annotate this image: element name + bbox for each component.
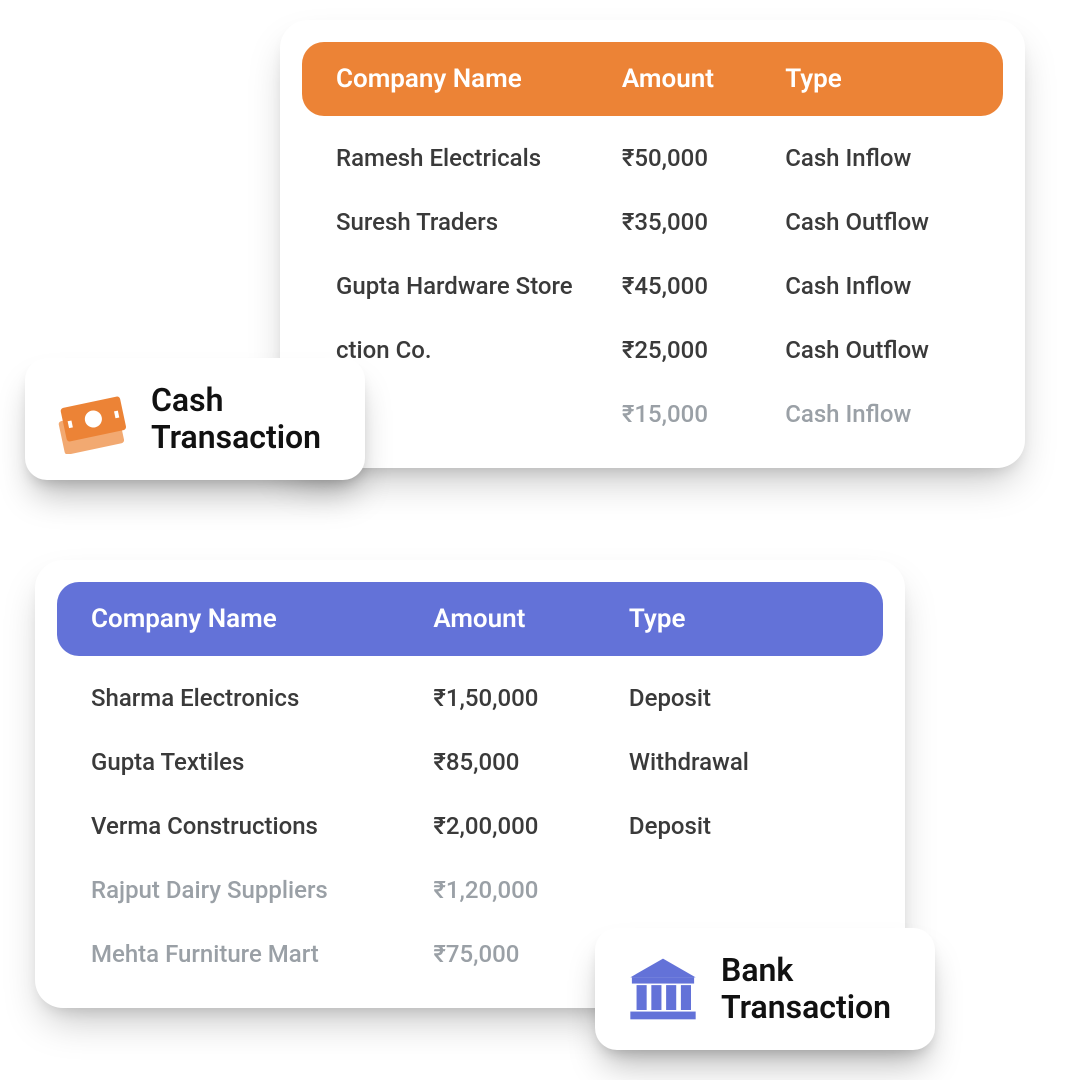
table-row: ction Co.₹25,000Cash Outflow [322, 318, 983, 382]
bank-label-text: Bank Transaction [721, 952, 891, 1026]
bank-label-line2: Transaction [721, 988, 891, 1026]
cash-transaction-label: Cash Transaction [25, 358, 365, 480]
cell-amount: ₹35,000 [622, 208, 785, 236]
cell-company: Suresh Traders [336, 208, 622, 236]
cell-amount: ₹50,000 [622, 144, 785, 172]
cell-company: Gupta Textiles [91, 748, 433, 776]
bank-table-header: Company Name Amount Type [57, 582, 883, 656]
cash-table-header: Company Name Amount Type [302, 42, 1003, 116]
cell-company: s [336, 400, 622, 428]
table-row: Suresh Traders₹35,000Cash Outflow [322, 190, 983, 254]
cell-type: Deposit [629, 684, 849, 712]
cell-company: Sharma Electronics [91, 684, 433, 712]
bank-transaction-label: Bank Transaction [595, 928, 935, 1050]
col-header-type: Type [785, 64, 969, 94]
cell-company: Rajput Dairy Suppliers [91, 876, 433, 904]
cell-amount: ₹25,000 [622, 336, 785, 364]
cell-amount: ₹2,00,000 [433, 812, 629, 840]
table-row: Sharma Electronics₹1,50,000Deposit [77, 666, 863, 730]
cash-transaction-card: Company Name Amount Type Ramesh Electric… [280, 20, 1025, 468]
bank-icon [623, 954, 703, 1024]
cell-company: ction Co. [336, 336, 622, 364]
cell-company: Mehta Furniture Mart [91, 940, 433, 968]
cash-label-text: Cash Transaction [151, 382, 321, 456]
cell-amount: ₹85,000 [433, 748, 629, 776]
cell-company: Ramesh Electricals [336, 144, 622, 172]
table-row: Gupta Hardware Store₹45,000Cash Inflow [322, 254, 983, 318]
cell-company: Verma Constructions [91, 812, 433, 840]
table-row: Verma Constructions₹2,00,000Deposit [77, 794, 863, 858]
col-header-company: Company Name [336, 64, 622, 94]
table-row: s₹15,000Cash Inflow [322, 382, 983, 446]
cash-label-line2: Transaction [151, 418, 321, 456]
cell-amount: ₹1,50,000 [433, 684, 629, 712]
bank-label-line1: Bank [721, 951, 793, 989]
cell-type: Cash Inflow [785, 400, 969, 428]
col-header-company: Company Name [91, 604, 433, 634]
cash-table-body: Ramesh Electricals₹50,000Cash InflowSure… [302, 116, 1003, 446]
table-row: Ramesh Electricals₹50,000Cash Inflow [322, 126, 983, 190]
cell-company: Gupta Hardware Store [336, 272, 622, 300]
cell-type: Cash Outflow [785, 208, 969, 236]
cell-amount: ₹45,000 [622, 272, 785, 300]
cell-type: Cash Outflow [785, 336, 969, 364]
cell-type: Cash Inflow [785, 144, 969, 172]
cell-amount: ₹15,000 [622, 400, 785, 428]
col-header-amount: Amount [433, 604, 629, 634]
table-row: Gupta Textiles₹85,000Withdrawal [77, 730, 863, 794]
cash-label-line1: Cash [151, 381, 223, 419]
table-row: Rajput Dairy Suppliers₹1,20,000 [77, 858, 863, 922]
col-header-type: Type [629, 604, 849, 634]
cell-type: Deposit [629, 812, 849, 840]
cell-type: Withdrawal [629, 748, 849, 776]
cell-type: Cash Inflow [785, 272, 969, 300]
cell-amount: ₹1,20,000 [433, 876, 629, 904]
col-header-amount: Amount [622, 64, 785, 94]
cash-icon [53, 384, 133, 454]
